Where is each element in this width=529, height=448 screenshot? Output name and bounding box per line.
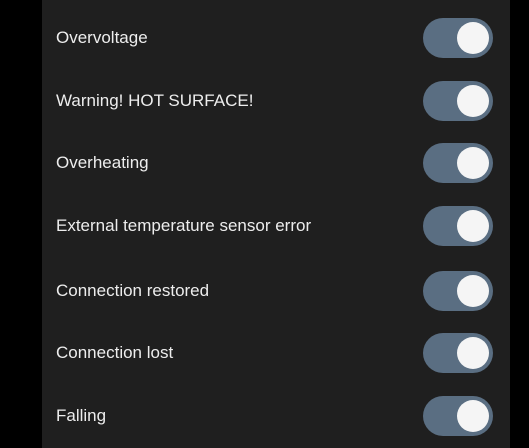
setting-label-hot-surface-warning: Warning! HOT SURFACE!	[56, 91, 254, 110]
setting-row-falling: Falling	[42, 386, 510, 446]
setting-row-overvoltage: Overvoltage	[42, 8, 510, 68]
toggle-connection-restored[interactable]	[423, 271, 493, 311]
setting-row-overheating: Overheating	[42, 133, 510, 193]
setting-label-connection-lost: Connection lost	[56, 343, 174, 362]
toggle-knob	[457, 22, 489, 54]
toggle-knob	[457, 85, 489, 117]
setting-label-connection-restored: Connection restored	[56, 281, 210, 300]
toggle-knob	[457, 147, 489, 179]
setting-label-falling: Falling	[56, 406, 107, 425]
toggle-knob	[457, 400, 489, 432]
setting-row-hot-surface-warning: Warning! HOT SURFACE!	[42, 71, 510, 131]
toggle-falling[interactable]	[423, 396, 493, 436]
setting-label-overheating: Overheating	[56, 153, 149, 172]
setting-label-overvoltage: Overvoltage	[56, 28, 148, 47]
setting-row-connection-lost: Connection lost	[42, 323, 510, 383]
toggle-overheating[interactable]	[423, 143, 493, 183]
setting-row-external-sensor-error: External temperature sensor error	[42, 196, 510, 256]
toggle-knob	[457, 337, 489, 369]
toggle-external-sensor-error[interactable]	[423, 206, 493, 246]
toggle-overvoltage[interactable]	[423, 18, 493, 58]
toggle-connection-lost[interactable]	[423, 333, 493, 373]
toggle-knob	[457, 210, 489, 242]
toggle-hot-surface-warning[interactable]	[423, 81, 493, 121]
setting-label-external-sensor-error: External temperature sensor error	[56, 216, 312, 235]
setting-row-connection-restored: Connection restored	[42, 261, 510, 321]
notification-settings-panel: Overvoltage Warning! HOT SURFACE! Overhe…	[42, 0, 510, 448]
toggle-knob	[457, 275, 489, 307]
